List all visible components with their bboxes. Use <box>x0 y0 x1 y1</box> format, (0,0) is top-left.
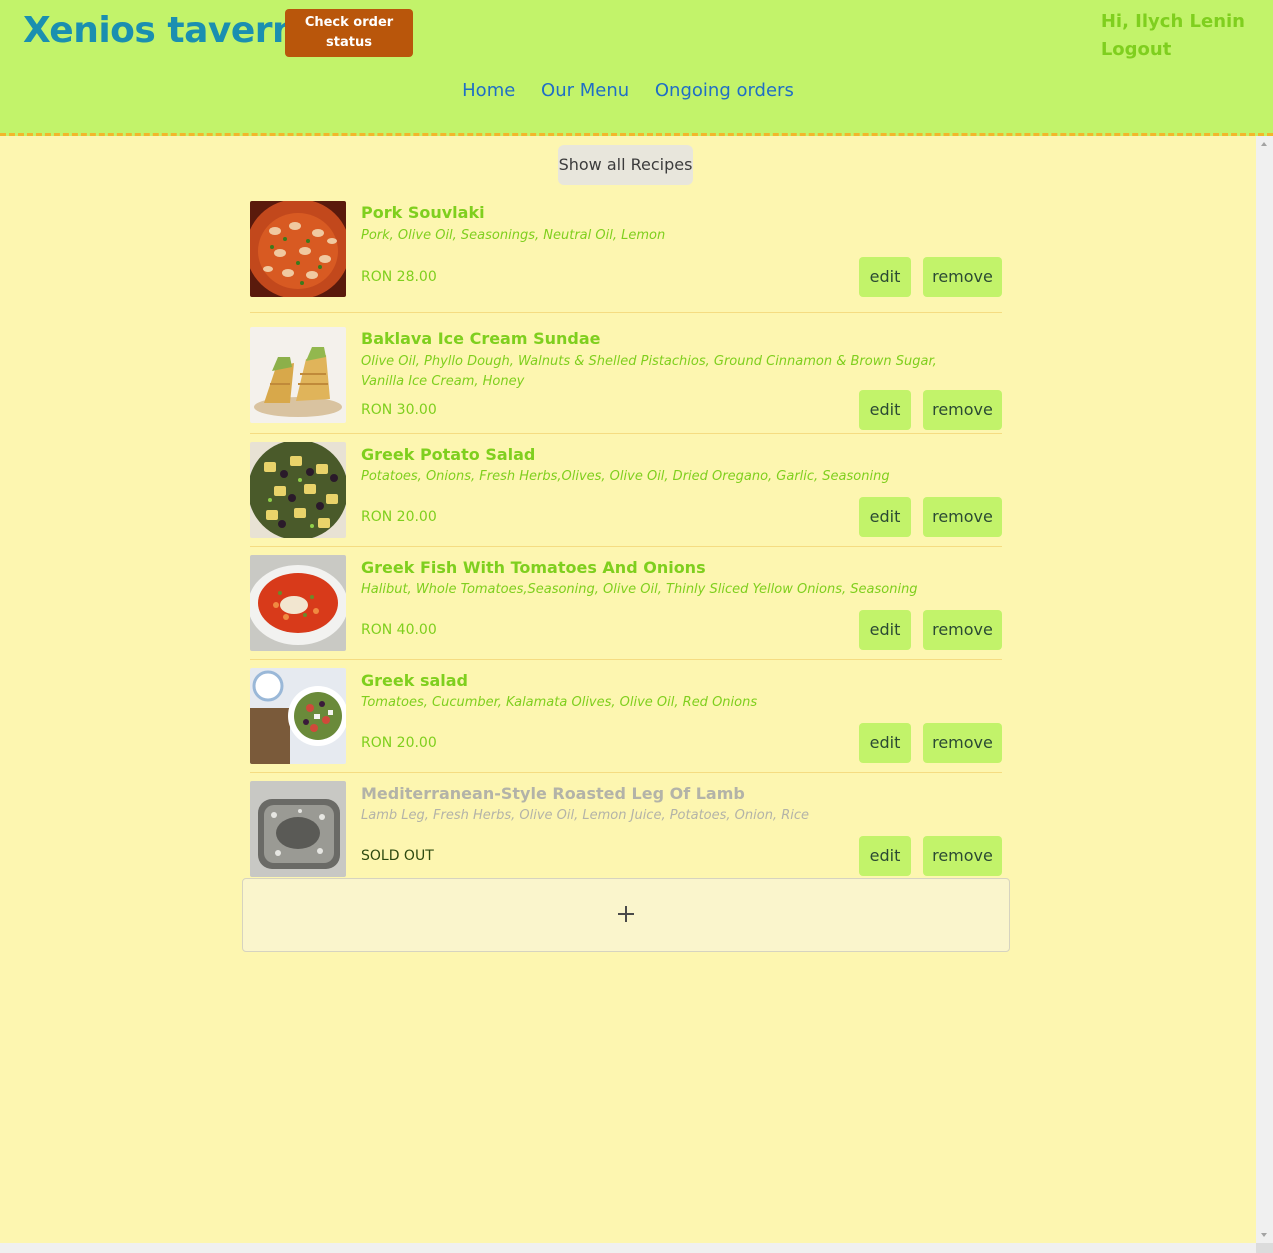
recipe-item: Greek Fish With Tomatoes And Onions Hali… <box>250 547 1002 660</box>
edit-button[interactable]: edit <box>859 497 911 537</box>
recipe-item: Pork Souvlaki Pork, Olive Oil, Seasoning… <box>250 200 1002 313</box>
remove-button[interactable]: remove <box>923 723 1002 763</box>
remove-button[interactable]: remove <box>923 390 1002 430</box>
sold-out-label: SOLD OUT <box>361 848 434 864</box>
recipe-price: RON 30.00 <box>361 402 437 418</box>
nav-our-menu[interactable]: Our Menu <box>541 80 629 101</box>
recipe-item: Greek salad Tomatoes, Cucumber, Kalamata… <box>250 660 1002 773</box>
header: Xenios taverna Check order status Hi, Il… <box>0 0 1273 136</box>
recipe-ingredients: Pork, Olive Oil, Seasonings, Neutral Oil… <box>361 228 666 243</box>
scroll-down-icon[interactable] <box>1261 1233 1267 1237</box>
main-nav: Home Our Menu Ongoing orders <box>0 80 1256 101</box>
recipe-list: Pork Souvlaki Pork, Olive Oil, Seasoning… <box>250 200 1002 877</box>
remove-button[interactable]: remove <box>923 497 1002 537</box>
recipe-item-sold-out: Mediterranean-Style Roasted Leg Of Lamb … <box>250 773 1002 877</box>
nav-ongoing-orders[interactable]: Ongoing orders <box>655 80 794 101</box>
nav-home[interactable]: Home <box>462 80 515 101</box>
recipe-ingredients: Halibut, Whole Tomatoes,Seasoning, Olive… <box>361 582 918 597</box>
horizontal-scrollbar[interactable] <box>0 1243 1256 1253</box>
scrollbar-corner <box>1256 1243 1273 1253</box>
scroll-up-icon[interactable] <box>1261 142 1267 146</box>
check-order-status-button[interactable]: Check order status <box>285 9 413 57</box>
remove-button[interactable]: remove <box>923 257 1002 297</box>
edit-button[interactable]: edit <box>859 610 911 650</box>
plus-icon <box>615 903 637 925</box>
edit-button[interactable]: edit <box>859 257 911 297</box>
roasted-lamb-thumbnail <box>250 781 346 877</box>
remove-button[interactable]: remove <box>923 610 1002 650</box>
brand-logo[interactable]: Xenios taverna <box>23 10 321 51</box>
show-all-recipes-button[interactable]: Show all Recipes <box>558 145 693 185</box>
recipe-price: RON 40.00 <box>361 622 437 638</box>
vertical-scrollbar[interactable] <box>1256 136 1273 1243</box>
recipe-title: Baklava Ice Cream Sundae <box>361 329 601 348</box>
edit-button[interactable]: edit <box>859 836 911 876</box>
recipe-item: Baklava Ice Cream Sundae Olive Oil, Phyl… <box>250 313 1002 434</box>
remove-button[interactable]: remove <box>923 836 1002 876</box>
shrimp-dish-thumbnail <box>250 201 346 297</box>
logout-link[interactable]: Logout <box>1101 36 1245 64</box>
recipe-price: RON 20.00 <box>361 735 437 751</box>
recipe-title: Pork Souvlaki <box>361 203 485 222</box>
add-recipe-button[interactable] <box>242 878 1010 952</box>
recipe-price: RON 28.00 <box>361 269 437 285</box>
user-box: Hi, Ilych Lenin Logout <box>1101 8 1245 64</box>
recipe-title: Greek salad <box>361 671 468 690</box>
greek-salad-thumbnail <box>250 668 346 764</box>
recipe-title: Greek Fish With Tomatoes And Onions <box>361 558 706 577</box>
edit-button[interactable]: edit <box>859 723 911 763</box>
recipe-ingredients: Potatoes, Onions, Fresh Herbs,Olives, Ol… <box>361 469 890 484</box>
recipe-price: RON 20.00 <box>361 509 437 525</box>
recipe-item: Greek Potato Salad Potatoes, Onions, Fre… <box>250 434 1002 547</box>
baklava-thumbnail <box>250 327 346 423</box>
recipe-ingredients: Lamb Leg, Fresh Herbs, Olive Oil, Lemon … <box>361 808 809 823</box>
recipe-ingredients: Tomatoes, Cucumber, Kalamata Olives, Oli… <box>361 695 758 710</box>
user-greeting: Hi, Ilych Lenin <box>1100 11 1245 32</box>
edit-button[interactable]: edit <box>859 390 911 430</box>
potato-salad-thumbnail <box>250 442 346 538</box>
recipe-title: Mediterranean-Style Roasted Leg Of Lamb <box>361 784 745 803</box>
fish-stew-thumbnail <box>250 555 346 651</box>
recipe-ingredients: Olive Oil, Phyllo Dough, Walnuts & Shell… <box>361 354 937 389</box>
recipe-title: Greek Potato Salad <box>361 445 536 464</box>
